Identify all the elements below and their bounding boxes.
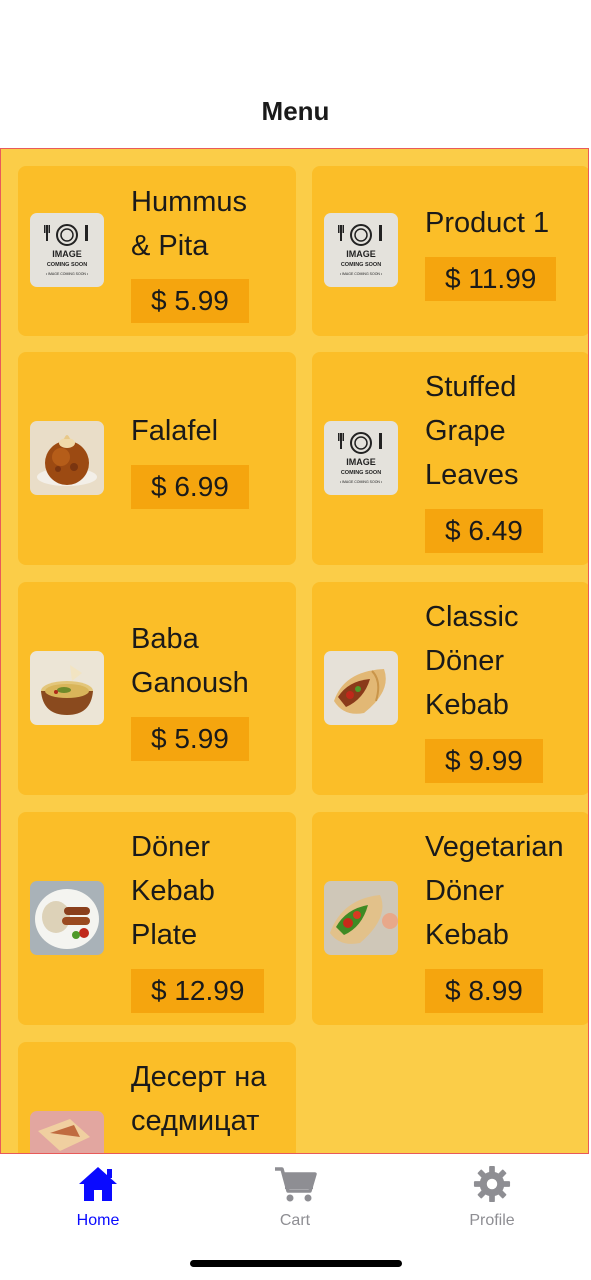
tab-cart[interactable]: Cart [240, 1165, 350, 1230]
cart-icon [273, 1167, 317, 1207]
menu-item-name: Döner Kebab Plate [131, 831, 215, 951]
home-icon [77, 1167, 119, 1207]
menu-item-price: $ 6.99 [131, 465, 249, 509]
svg-text:COMING SOON: COMING SOON [341, 262, 381, 268]
menu-item-price: $ 5.99 [131, 717, 249, 761]
image-coming-soon-thumbnail: IMAGE COMING SOON • IMAGE COMING SOON • [30, 213, 104, 287]
svg-text:• IMAGE COMING SOON •: • IMAGE COMING SOON • [340, 272, 383, 276]
menu-item-name: Falafel [131, 415, 219, 447]
svg-text:IMAGE: IMAGE [346, 457, 376, 467]
menu-item-name: Vegetarian Döner Kebab [425, 831, 564, 951]
veggie-wrap-image [324, 881, 398, 955]
tab-profile-label: Profile [469, 1212, 515, 1229]
dessert-image [30, 1111, 104, 1153]
menu-item-card[interactable]: IMAGE COMING SOON • IMAGE COMING SOON • … [312, 352, 588, 565]
menu-item-price: $ 11.99 [425, 257, 557, 301]
tab-cart-label: Cart [279, 1212, 311, 1229]
falafel-image [30, 421, 104, 495]
menu-item-price: $ 6.49 [425, 509, 543, 553]
image-coming-soon-thumbnail: IMAGE COMING SOON • IMAGE COMING SOON • [324, 421, 398, 495]
svg-text:• IMAGE COMING SOON •: • IMAGE COMING SOON • [46, 272, 89, 276]
svg-text:COMING SOON: COMING SOON [47, 262, 87, 268]
menu-item-card[interactable]: Classic Döner Kebab $ 9.99 [312, 582, 588, 795]
menu-item-card[interactable]: Vegetarian Döner Kebab $ 8.99 [312, 812, 588, 1025]
menu-item-price: $ 8.99 [425, 969, 543, 1013]
menu-item-name: Hummus & Pita [131, 186, 248, 262]
tab-home[interactable]: Home [43, 1165, 153, 1230]
menu-list[interactable]: IMAGE COMING SOON • IMAGE COMING SOON • … [0, 148, 589, 1154]
menu-item-price: $ 5.99 [131, 279, 249, 323]
menu-item-name: Baba Ganoush [131, 623, 249, 699]
tab-home-label: Home [76, 1212, 120, 1229]
menu-item-card[interactable]: Falafel $ 6.99 [18, 352, 296, 565]
menu-item-card[interactable]: Baba Ganoush $ 5.99 [18, 582, 296, 795]
image-coming-soon-thumbnail: IMAGE COMING SOON • IMAGE COMING SOON • [324, 213, 398, 287]
header-bar: Menu [0, 0, 591, 148]
menu-item-card[interactable]: IMAGE COMING SOON • IMAGE COMING SOON • … [312, 166, 588, 336]
gear-icon [472, 1165, 512, 1207]
menu-item-name: Product 1 [425, 207, 550, 239]
svg-text:COMING SOON: COMING SOON [341, 470, 381, 476]
svg-text:IMAGE: IMAGE [52, 249, 82, 259]
menu-item-card[interactable]: Döner Kebab Plate $ 12.99 [18, 812, 296, 1025]
menu-item-name: Десерт на седмицат [131, 1061, 267, 1137]
menu-item-price: $ 9.99 [425, 739, 543, 783]
menu-item-card[interactable]: IMAGE COMING SOON • IMAGE COMING SOON • … [18, 166, 296, 336]
kebab-plate-image [30, 881, 104, 955]
svg-text:• IMAGE COMING SOON •: • IMAGE COMING SOON • [340, 480, 383, 484]
baba-ganoush-image [30, 651, 104, 725]
home-indicator [190, 1260, 402, 1267]
menu-item-name: Stuffed Grape Leaves [425, 371, 519, 491]
menu-item-name: Classic Döner Kebab [425, 601, 519, 721]
page-title: Menu [261, 96, 330, 126]
menu-item-price: $ 12.99 [131, 969, 265, 1013]
doner-wrap-image [324, 651, 398, 725]
menu-item-card[interactable]: Десерт на седмицат [18, 1042, 296, 1153]
svg-text:IMAGE: IMAGE [346, 249, 376, 259]
tab-profile[interactable]: Profile [437, 1165, 547, 1230]
